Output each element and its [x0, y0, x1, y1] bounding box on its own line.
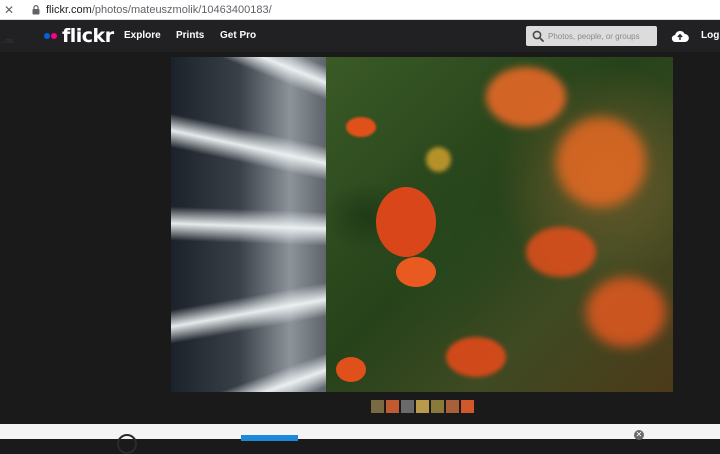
thumbnail[interactable]: [371, 400, 384, 413]
login-link[interactable]: Log: [701, 30, 719, 41]
url-host: flickr.com: [46, 3, 92, 16]
close-tab-icon[interactable]: ✕: [2, 3, 16, 17]
fence-slat: [171, 113, 329, 181]
thumbnail[interactable]: [416, 400, 429, 413]
nav-explore-link[interactable]: Explore: [124, 30, 161, 41]
fence-slat: [171, 57, 329, 101]
follow-button[interactable]: [241, 435, 298, 441]
url-text[interactable]: flickr.com/photos/mateuszmolik/104634001…: [46, 4, 272, 16]
upload-cloud-icon[interactable]: [671, 29, 689, 43]
flickr-logo[interactable]: flickr: [44, 25, 114, 47]
search-icon[interactable]: [532, 30, 544, 42]
nav-prints-link[interactable]: Prints: [176, 30, 204, 41]
thumbnail[interactable]: [386, 400, 399, 413]
search-box[interactable]: [526, 26, 657, 46]
nav-get-pro-link[interactable]: Get Pro: [220, 30, 256, 41]
thumbnail[interactable]: [461, 400, 474, 413]
berry-cluster: [586, 277, 666, 347]
thumbnail[interactable]: [446, 400, 459, 413]
bottom-panel: ✕: [0, 424, 720, 454]
fence-slat: [171, 352, 329, 392]
thumbnail[interactable]: [401, 400, 414, 413]
berry-cluster: [396, 257, 436, 287]
browser-address-bar: ✕ flickr.com/photos/mateuszmolik/1046340…: [0, 0, 720, 20]
logo-wordmark: flickr: [62, 25, 114, 47]
berry-cluster: [376, 187, 436, 257]
avatar[interactable]: [117, 434, 137, 454]
berry-cluster: [526, 227, 596, 277]
berry-cluster: [556, 117, 646, 207]
url-path: /photos/mateuszmolik/10463400183/: [91, 3, 272, 16]
breadcrumb-text: ...ns: [0, 38, 14, 45]
berry-cluster: [446, 337, 506, 377]
berry-cluster: [486, 67, 566, 127]
lock-icon[interactable]: [32, 4, 40, 15]
fence-slat: [171, 206, 329, 246]
main-photo[interactable]: [171, 57, 673, 392]
leaf-highlight: [426, 147, 451, 172]
thumbnail[interactable]: [431, 400, 444, 413]
logo-dot-pink: [51, 33, 57, 39]
flickr-nav-bar: flickr Explore Prints Get Pro Log: [0, 20, 720, 52]
thumbnail-strip: [371, 400, 474, 413]
fence-slat: [171, 282, 329, 344]
search-input[interactable]: [548, 31, 648, 41]
logo-dot-blue: [44, 33, 50, 39]
berry-cluster: [336, 357, 366, 382]
photo-foliage-area: [326, 57, 673, 392]
photo-fence-area: [171, 57, 341, 392]
berry-cluster: [346, 117, 376, 137]
